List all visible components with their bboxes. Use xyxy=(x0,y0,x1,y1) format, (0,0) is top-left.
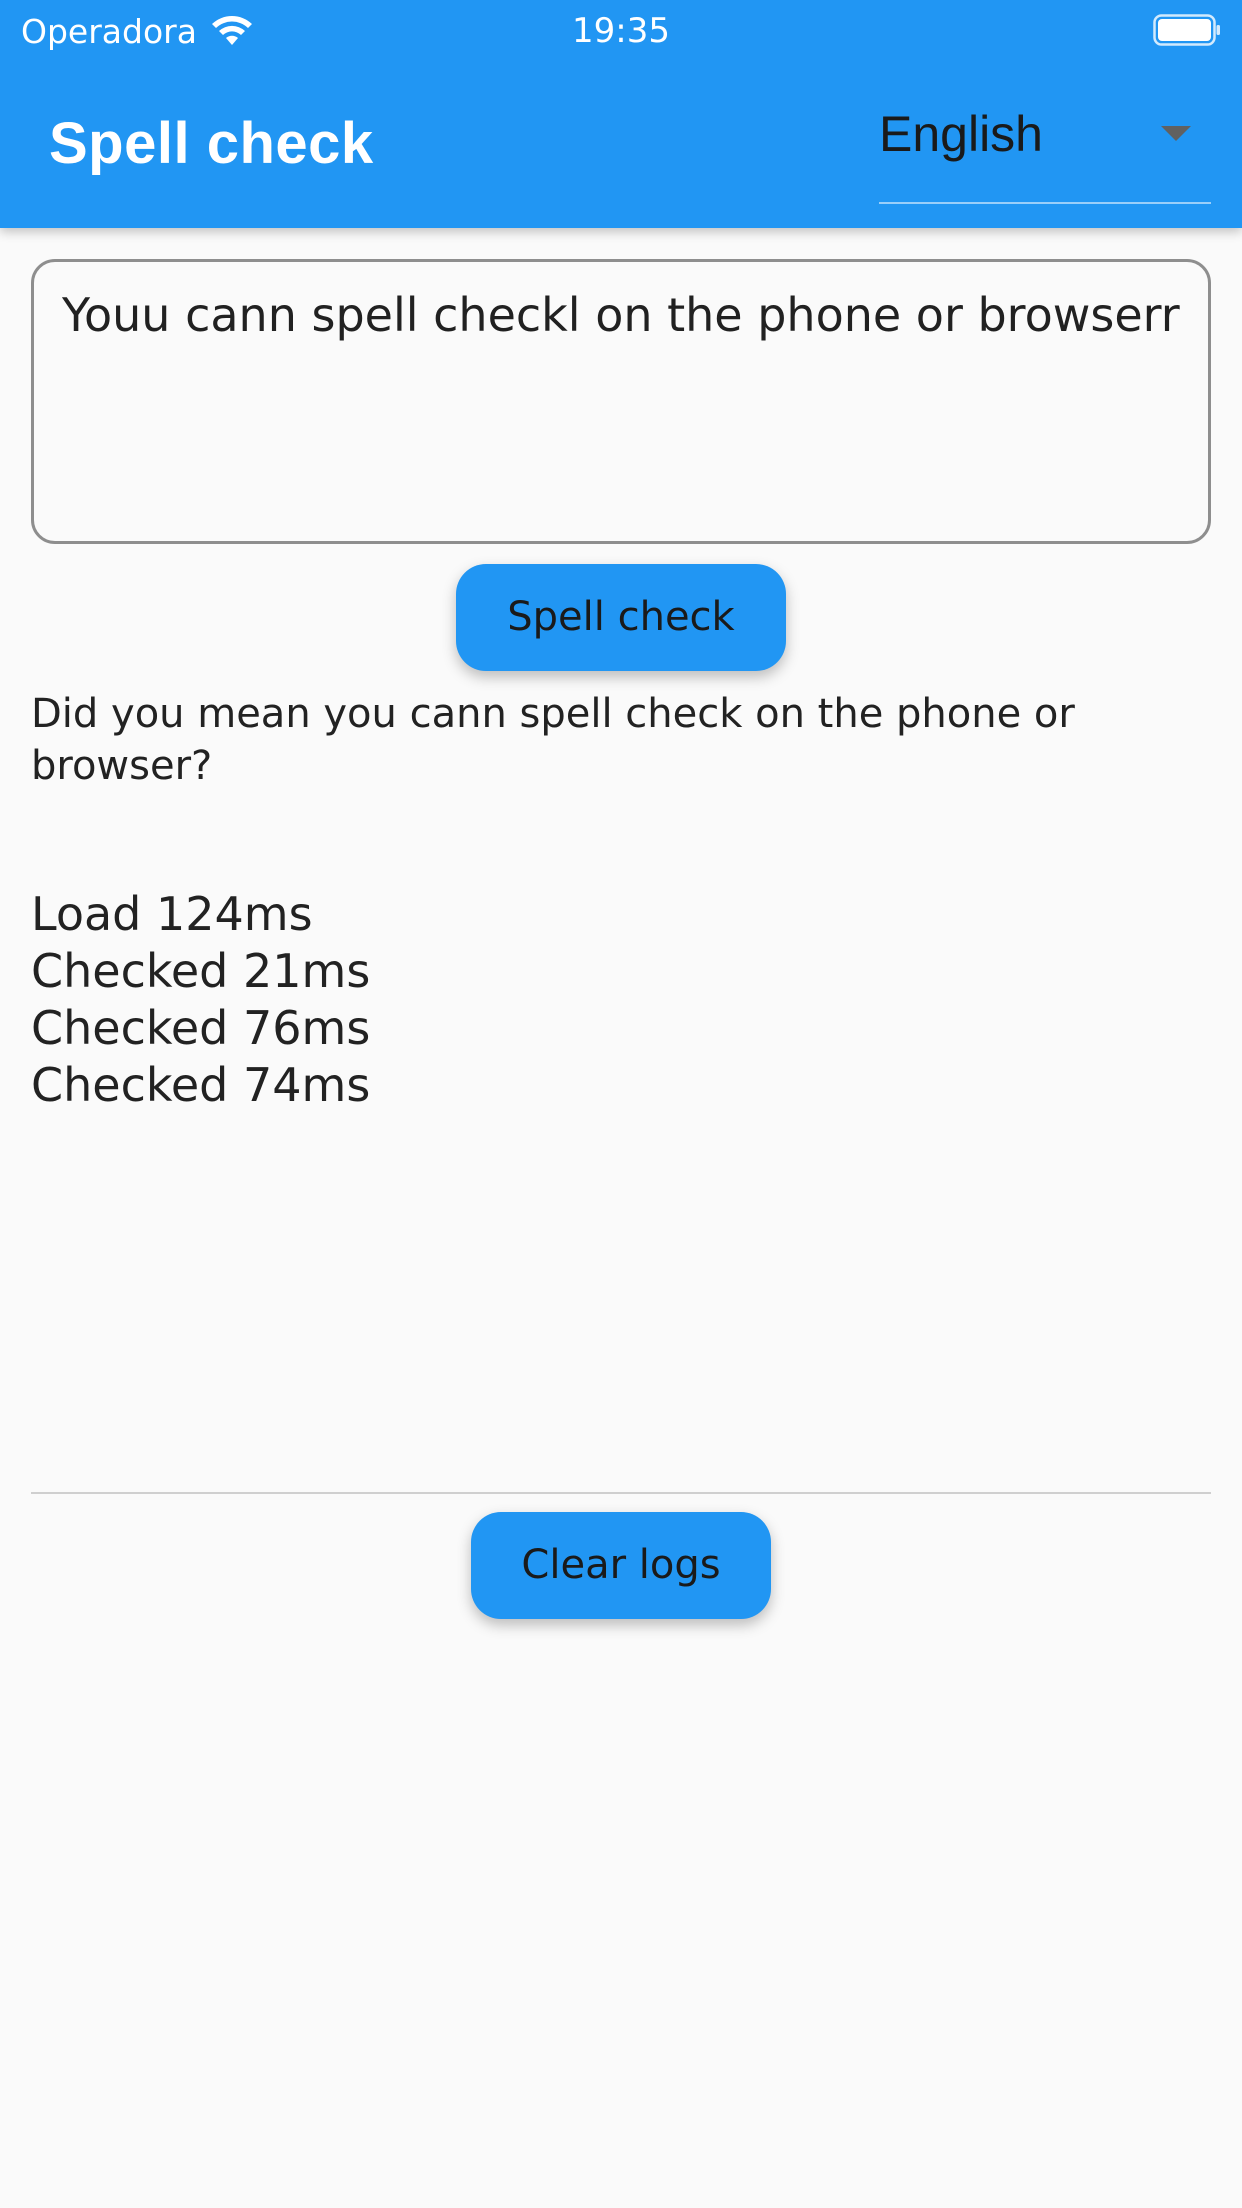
page-title: Spell check xyxy=(49,111,374,176)
text-input-field[interactable]: Youu cann spell checkl on the phone or b… xyxy=(31,259,1211,544)
spell-check-button[interactable]: Spell check xyxy=(456,564,786,671)
status-bar: Operadora 19:35 xyxy=(0,0,1242,62)
dropdown-arrow-icon xyxy=(1161,126,1191,141)
text-input-value[interactable]: Youu cann spell checkl on the phone or b… xyxy=(62,286,1180,344)
language-dropdown[interactable]: English xyxy=(879,94,1211,204)
log-entry: Checked 21ms xyxy=(31,944,371,998)
divider xyxy=(31,1492,1211,1494)
battery-icon xyxy=(1153,14,1220,46)
log-list: Load 124ms Checked 21ms Checked 76ms Che… xyxy=(31,886,370,1114)
log-entry: Load 124ms xyxy=(31,887,313,941)
suggestion-text: Did you mean you cann spell check on the… xyxy=(31,691,1075,789)
log-entry: Checked 74ms xyxy=(31,1058,371,1112)
status-clock: 19:35 xyxy=(572,11,670,51)
app-bar: Operadora 19:35 Spell check English xyxy=(0,0,1242,228)
clear-logs-button[interactable]: Clear logs xyxy=(471,1512,771,1619)
language-selected-value: English xyxy=(879,106,1043,162)
log-entry: Checked 76ms xyxy=(31,1001,371,1055)
